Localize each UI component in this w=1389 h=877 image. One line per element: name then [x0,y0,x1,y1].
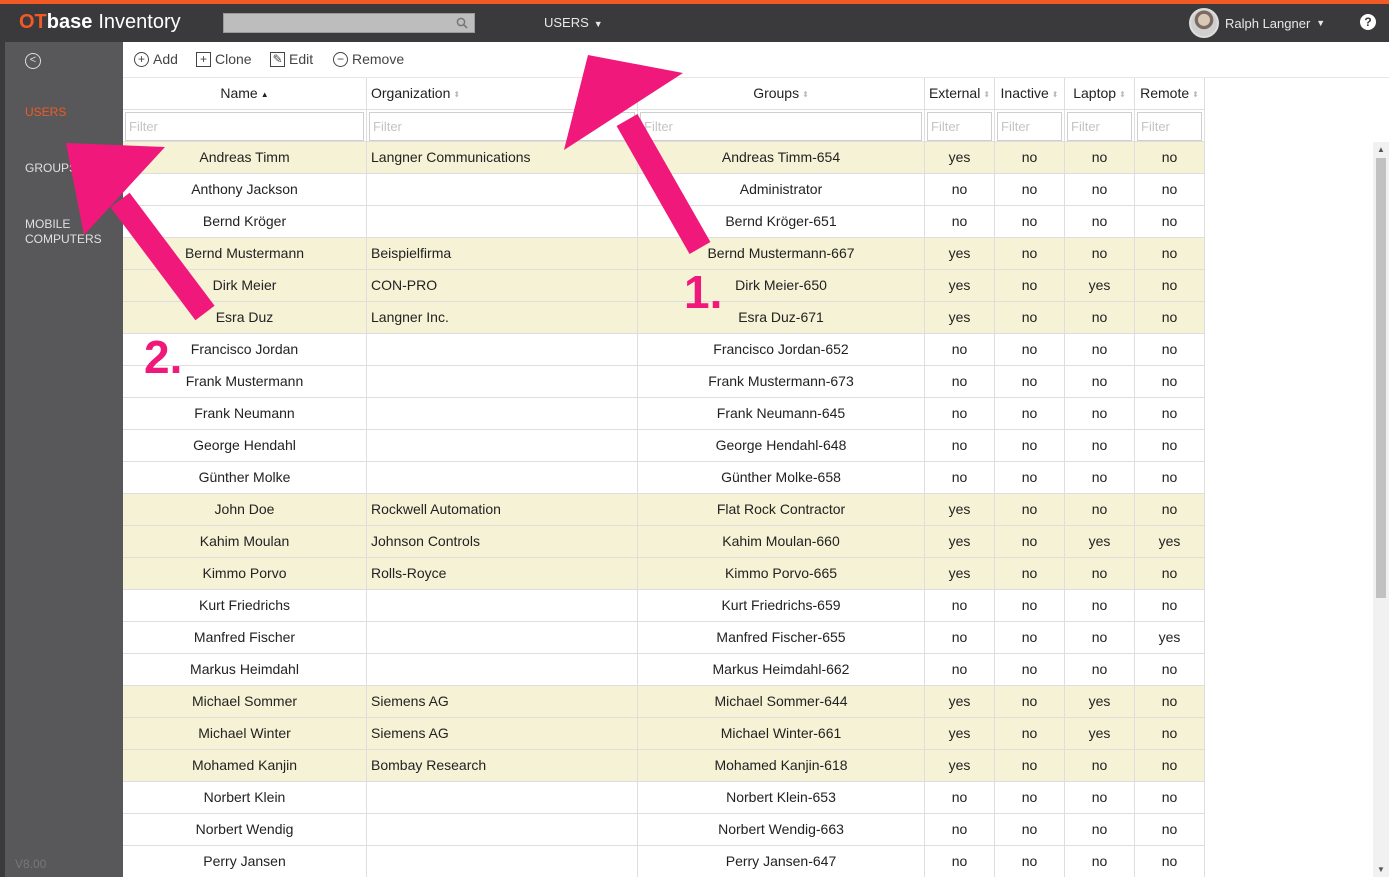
arrow-2-annotation [66,143,215,321]
arrow-1-annotation [564,55,711,254]
annotation-overlay [66,55,711,321]
annotation-marker-1: 1. [684,266,723,318]
annotation-marker-2: 2. [144,331,183,383]
